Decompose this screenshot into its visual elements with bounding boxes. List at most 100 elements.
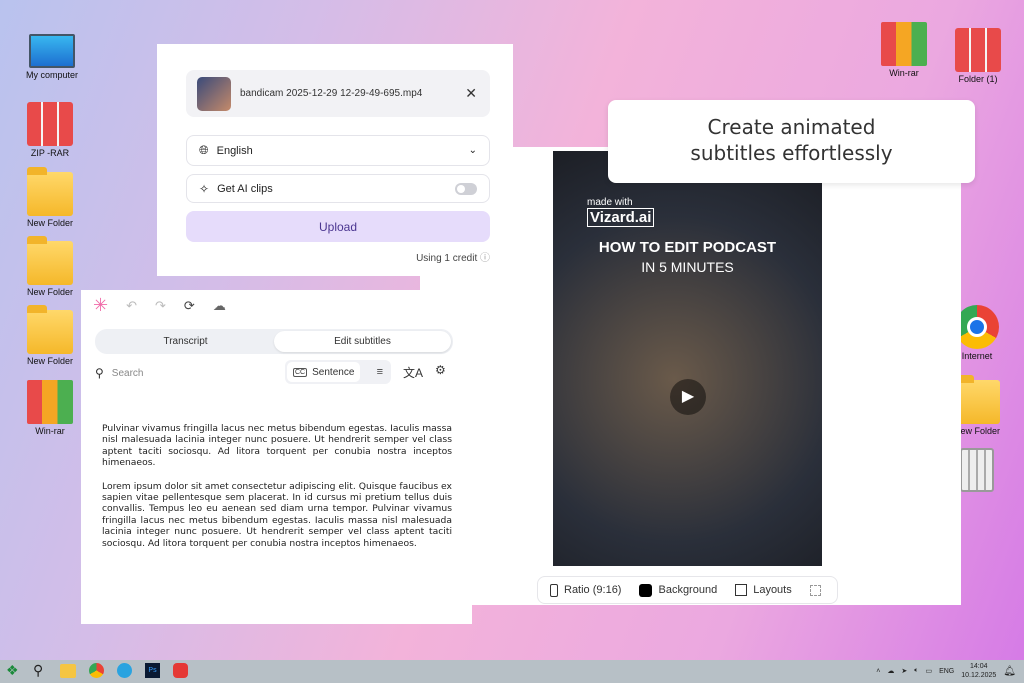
icon-label: Win-rar [889, 68, 919, 78]
editor-tabs: Transcript Edit subtitles [95, 329, 453, 354]
telegram-icon[interactable] [117, 663, 132, 678]
language-select[interactable]: 🌐︎ English ⌄ [186, 135, 490, 166]
video-made-with: made with [587, 197, 633, 208]
onedrive-icon[interactable]: ☁ [887, 667, 894, 675]
background-button[interactable]: Background [639, 583, 718, 597]
desktop-icon-folder-1[interactable]: Folder (1) [946, 28, 1010, 84]
edit-lines-icon[interactable]: ≡ [377, 366, 383, 378]
settings-sliders-icon[interactable]: ⚙ [435, 363, 446, 377]
binders-icon [27, 102, 73, 146]
tab-label: Edit subtitles [334, 336, 391, 347]
magic-wand-icon[interactable]: ✳ [93, 295, 108, 316]
ratio-button[interactable]: Ratio (9:16) [550, 583, 621, 597]
video-brand: Vizard.ai [587, 208, 655, 227]
upload-label: Upload [318, 219, 358, 234]
notification-bell-icon[interactable]: 🔔︎ [1003, 666, 1016, 677]
help-icon[interactable]: ⓘ [480, 253, 490, 264]
search-icon[interactable]: ⚲ [33, 662, 43, 679]
layouts-button[interactable]: Layouts [735, 584, 792, 596]
network-icon[interactable]: ▭ [925, 667, 932, 675]
close-icon[interactable]: ✕ [465, 85, 477, 102]
folder-icon [27, 305, 73, 354]
binders-icon [955, 28, 1001, 72]
chrome-icon[interactable] [89, 663, 104, 678]
background-label: Background [658, 584, 718, 596]
subtitle-paragraph[interactable]: Pulvinar vivamus fringilla lacus nec met… [102, 423, 452, 469]
icon-label: Internet [961, 351, 993, 361]
language-indicator[interactable]: ENG [939, 668, 954, 675]
start-icon[interactable]: ❖ [6, 662, 19, 679]
telegram-tray-icon[interactable]: ➤ [901, 667, 907, 675]
ai-clips-label: Get AI clips [217, 182, 273, 195]
editor-panel: ✳ ↶ ↷ ⟳ ☁ Transcript Edit subtitles ⚲ Se… [81, 290, 472, 624]
desktop-icon-win-rar[interactable]: Win-rar [872, 22, 936, 78]
layouts-label: Layouts [753, 584, 792, 596]
icon-label: New Folder [26, 287, 73, 297]
time: 14:04 [970, 663, 988, 670]
chevron-down-icon: ⌄ [468, 145, 477, 156]
file-thumbnail [197, 76, 231, 111]
sparkle-icon: ✧ [199, 181, 210, 196]
language-value: English [216, 144, 253, 157]
preview-toolbar: Ratio (9:16) Background Layouts [537, 576, 838, 604]
chrome-icon [955, 305, 999, 349]
globe-icon: 🌐︎ [199, 143, 209, 157]
volume-icon[interactable]: 🔈︎ [914, 667, 918, 675]
taskbar: ❖ ⚲ Ps ˄ ☁ ➤ 🔈︎ ▭ ENG 14:04 10.12.2025 🔔︎ [0, 660, 1024, 683]
redo-icon[interactable]: ↷ [155, 298, 166, 314]
credit-text: Using 1 credit [416, 253, 478, 264]
subtitle-paragraph[interactable]: Lorem ipsum dolor sit amet consectetur a… [102, 481, 452, 549]
winrar-icon [881, 22, 927, 66]
tab-transcript[interactable]: Transcript [97, 331, 274, 352]
phone-icon [550, 583, 558, 597]
app-icon[interactable] [173, 663, 188, 678]
undo-icon[interactable]: ↶ [126, 298, 137, 314]
tab-label: Transcript [163, 336, 208, 347]
translate-icon[interactable]: 文A [403, 364, 423, 381]
file-row: bandicam 2025-12-29 12-29-49-695.mp4 ✕ [186, 70, 490, 117]
file-name: bandicam 2025-12-29 12-29-49-695.mp4 [240, 88, 423, 99]
cloud-icon[interactable]: ☁ [213, 298, 226, 314]
desktop-icon-zip-rar[interactable]: ZIP -RAR [18, 102, 82, 158]
file-explorer-icon[interactable] [60, 664, 76, 678]
video-player[interactable]: made with Vizard.ai HOW TO EDIT PODCAST … [553, 151, 822, 566]
cc-icon: CC [293, 367, 308, 377]
desktop-icon-new-folder[interactable]: New Folder [18, 236, 82, 297]
icon-label: My computer [25, 70, 78, 80]
search-box[interactable]: ⚲ Search [95, 366, 143, 380]
sentence-button[interactable]: CC Sentence [287, 362, 361, 382]
chevron-up-icon[interactable]: ˄ [876, 668, 880, 675]
view-toggle: CC Sentence ≡ [285, 360, 391, 384]
desktop-icon-win-rar[interactable]: Win-rar [18, 380, 82, 436]
folder-icon [27, 236, 73, 285]
search-icon: ⚲ [95, 366, 104, 380]
icon-label: New Folder [26, 356, 73, 366]
desktop-icon-new-folder[interactable]: New Folder [18, 167, 82, 228]
ai-clips-row: ✧ Get AI clips [186, 174, 490, 203]
ai-clips-toggle[interactable] [455, 182, 477, 195]
desktop-icon-my-computer[interactable]: My computer [20, 30, 84, 80]
face-focus-icon[interactable] [809, 584, 821, 596]
callout: Create animated subtitles effortlessly [608, 100, 975, 183]
winrar-icon [27, 380, 73, 424]
icon-label: ZIP -RAR [30, 148, 70, 158]
recycle-bin-icon[interactable] [960, 448, 994, 492]
upload-button[interactable]: Upload [186, 211, 490, 242]
credit-info: Using 1 credit ⓘ [416, 249, 490, 264]
color-swatch-icon [639, 583, 653, 597]
tab-edit-subtitles[interactable]: Edit subtitles [274, 331, 451, 352]
upload-panel: bandicam 2025-12-29 12-29-49-695.mp4 ✕ 🌐… [157, 44, 513, 276]
desktop-icon-new-folder[interactable]: New Folder [18, 305, 82, 366]
preview-play-icon[interactable]: ⟳ [184, 298, 195, 314]
clock[interactable]: 14:04 10.12.2025 [961, 662, 996, 680]
icon-label: Win-rar [35, 426, 65, 436]
icon-label: New Folder [26, 218, 73, 228]
callout-line2: subtitles effortlessly [690, 141, 893, 165]
icon-label: Folder (1) [958, 74, 998, 84]
search-input[interactable]: Search [112, 368, 144, 379]
photoshop-icon[interactable]: Ps [145, 663, 160, 678]
callout-line1: Create animated [707, 115, 876, 139]
play-icon[interactable]: ▶ [670, 379, 706, 415]
subtitle-text[interactable]: Pulvinar vivamus fringilla lacus nec met… [102, 423, 452, 561]
computer-icon [29, 34, 75, 68]
